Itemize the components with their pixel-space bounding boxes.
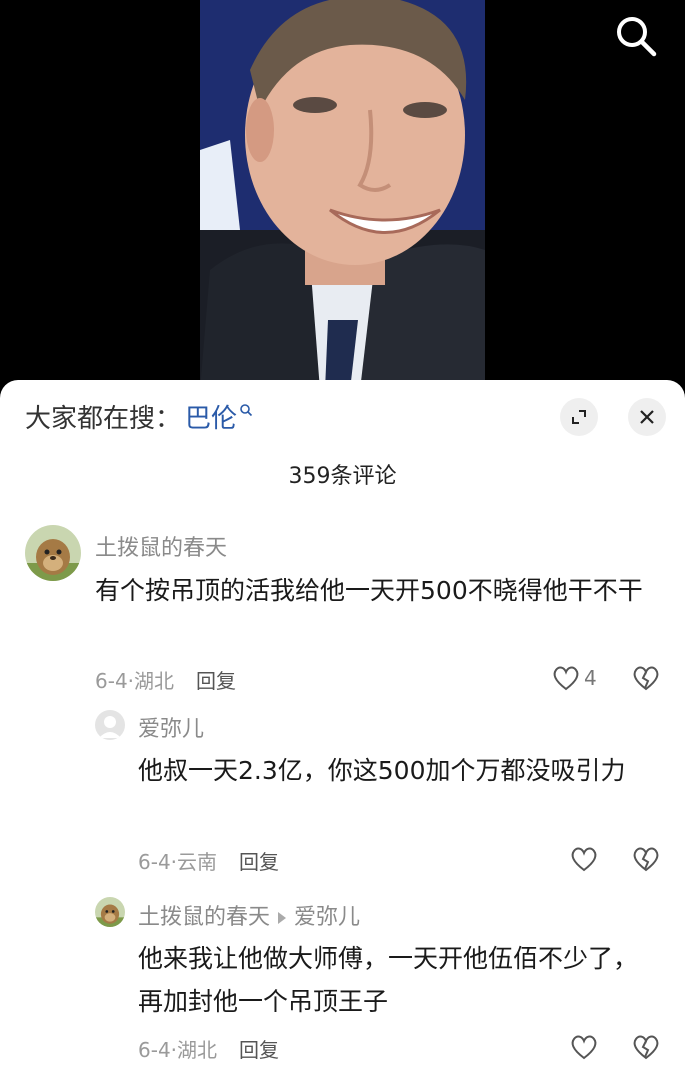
avatar[interactable] bbox=[95, 897, 125, 927]
groundhog-avatar-image bbox=[25, 525, 81, 581]
dislike-broken-heart-icon[interactable] bbox=[631, 844, 661, 874]
comment-date-location: 6-4·湖北 bbox=[95, 669, 175, 693]
groundhog-avatar-image bbox=[95, 897, 125, 927]
reply-button[interactable]: 回复 bbox=[239, 850, 279, 874]
comment-author[interactable]: 土拨鼠的春天 bbox=[95, 530, 227, 562]
reply-date-location: 6-4·云南 bbox=[138, 850, 218, 874]
like-heart-icon[interactable] bbox=[551, 663, 581, 693]
avatar[interactable] bbox=[95, 710, 125, 740]
expand-icon bbox=[572, 410, 586, 424]
dislike-broken-heart-icon[interactable] bbox=[631, 1032, 661, 1062]
comment-sheet: 大家都在搜： 巴伦 359条评论 土拨鼠的春天 有个按吊顶的活我给他一天开500… bbox=[0, 380, 685, 1080]
dislike-broken-heart-icon[interactable] bbox=[631, 663, 661, 693]
reply-arrow-icon bbox=[278, 912, 287, 924]
reply-author-line: 土拨鼠的春天 爱弥儿 bbox=[138, 899, 360, 931]
search-button[interactable] bbox=[612, 12, 660, 60]
close-button[interactable] bbox=[628, 398, 666, 436]
video-person-image bbox=[200, 0, 485, 390]
reply-to-user[interactable]: 爱弥儿 bbox=[294, 905, 360, 930]
like-count: 4 bbox=[584, 666, 597, 690]
search-suggestion[interactable]: 大家都在搜： 巴伦 bbox=[25, 398, 253, 435]
video-frame bbox=[200, 0, 485, 390]
reply-button[interactable]: 回复 bbox=[196, 669, 236, 693]
reply-text: 他来我让他做大师傅，一天开他伍佰不少了，再加封他一个吊顶王子 bbox=[138, 944, 639, 1016]
like-heart-icon[interactable] bbox=[569, 844, 599, 874]
reply-meta: 6-4·云南 回复 bbox=[138, 846, 279, 875]
search-icon bbox=[617, 17, 657, 57]
search-suggestion-term[interactable]: 巴伦 bbox=[185, 398, 237, 435]
avatar[interactable] bbox=[25, 525, 81, 581]
comment-count: 359条评论 bbox=[288, 464, 397, 489]
video-player[interactable] bbox=[0, 0, 685, 390]
small-search-icon bbox=[240, 403, 253, 416]
reply-button[interactable]: 回复 bbox=[239, 1038, 279, 1062]
reply-author[interactable]: 爱弥儿 bbox=[138, 711, 204, 743]
reply-text: 他叔一天2.3亿，你这500加个万都没吸引力 bbox=[138, 756, 626, 785]
like-heart-icon[interactable] bbox=[569, 1032, 599, 1062]
search-suggestion-prefix: 大家都在搜： bbox=[25, 404, 182, 434]
reply-date-location: 6-4·湖北 bbox=[138, 1038, 218, 1062]
reply-author[interactable]: 土拨鼠的春天 bbox=[138, 905, 270, 930]
default-user-icon bbox=[99, 716, 121, 738]
expand-button[interactable] bbox=[560, 398, 598, 436]
reply-meta: 6-4·湖北 回复 bbox=[138, 1034, 279, 1063]
comment-text: 有个按吊顶的活我给他一天开500不晓得他干不干 bbox=[95, 576, 643, 605]
comment-meta: 6-4·湖北 回复 bbox=[95, 665, 236, 694]
close-icon bbox=[640, 410, 654, 424]
